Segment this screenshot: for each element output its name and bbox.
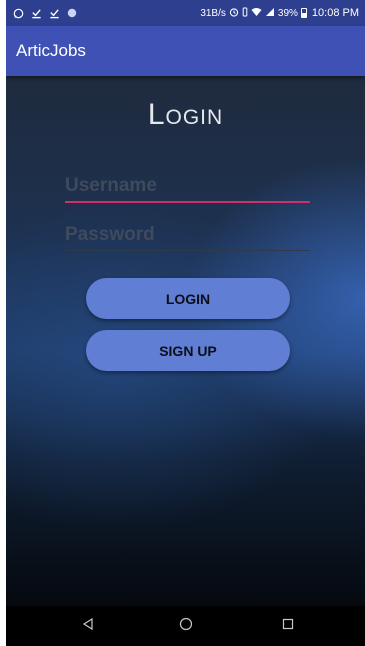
status-notification-icons — [12, 7, 78, 19]
status-system-info: 31B/s 39% 10:08 PM — [200, 7, 359, 20]
navigation-bar — [6, 606, 365, 646]
password-field[interactable] — [65, 221, 310, 251]
phone-screen: 31B/s 39% 10:08 PM ArticJobs Login LOGIN — [6, 0, 365, 646]
app-title: ArticJobs — [16, 41, 86, 60]
download-done-icon — [30, 7, 42, 19]
signal-icon — [265, 7, 275, 20]
login-screen: Login LOGIN SIGN UP — [6, 76, 365, 606]
login-button[interactable]: LOGIN — [86, 278, 290, 319]
back-button[interactable] — [76, 614, 100, 638]
app-bar: ArticJobs — [6, 26, 365, 76]
whatsapp-icon — [12, 7, 24, 19]
back-icon — [81, 617, 95, 636]
status-bar: 31B/s 39% 10:08 PM — [6, 0, 365, 26]
home-button[interactable] — [174, 614, 198, 638]
recents-button[interactable] — [276, 614, 300, 638]
recents-icon — [282, 617, 294, 635]
wifi-icon — [251, 7, 262, 20]
data-speed: 31B/s — [200, 7, 226, 19]
home-icon — [179, 617, 193, 636]
circle-notification-icon — [66, 7, 78, 19]
download-done-icon — [48, 7, 60, 19]
clock-time: 10:08 PM — [311, 7, 359, 19]
vibrate-icon — [242, 7, 248, 20]
battery-percent: 39% — [277, 7, 298, 19]
alarm-icon — [229, 7, 239, 20]
signup-button[interactable]: SIGN UP — [86, 330, 290, 371]
login-title: Login — [147, 98, 224, 131]
username-field[interactable] — [65, 173, 310, 203]
battery-icon — [300, 8, 307, 18]
